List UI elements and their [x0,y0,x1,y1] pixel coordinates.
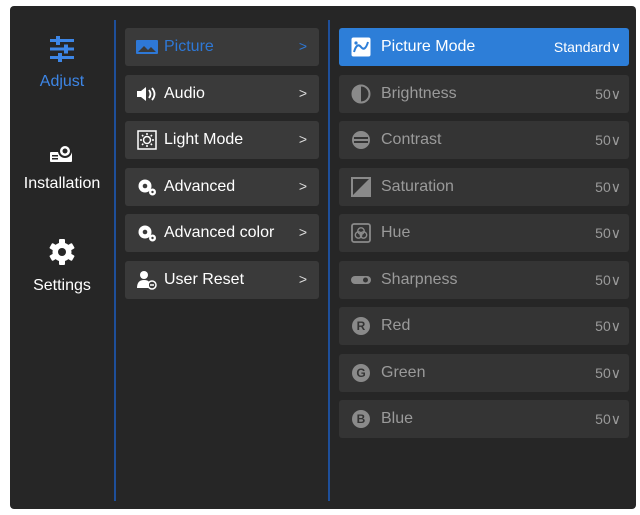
sliders-icon [10,36,114,67]
row-hue[interactable]: Hue 50∨ [339,214,629,252]
g-circle-icon: G [351,363,371,383]
sun-icon [136,130,158,150]
menu-item-label: Light Mode [164,131,244,148]
row-value[interactable]: 50∨ [595,411,621,428]
saturation-icon [351,176,371,197]
blue-value: 50 [595,411,611,427]
row-blue[interactable]: B Blue 50∨ [339,400,629,438]
chevron-right-icon: > [298,224,307,240]
row-label: Brightness [381,84,457,102]
chevron-down-icon: ∨ [610,364,621,381]
chevron-down-icon: ∨ [610,318,621,334]
saturation-value: 50 [595,178,611,195]
row-label: Hue [381,224,411,241]
contrast-value: 50 [595,132,611,148]
rail-divider [114,20,116,501]
picture-mode-value: Standard [553,39,611,55]
b-letter: B [352,410,370,428]
row-value[interactable]: 50∨ [595,272,621,289]
menu-item-advanced-color[interactable]: Advanced color > [125,214,319,252]
row-green[interactable]: G Green 50∨ [339,353,629,392]
brightness-value: 50 [595,85,611,102]
r-circle-icon: R [351,316,371,336]
menu-item-label: User Reset [164,270,245,288]
row-value[interactable]: 50∨ [595,365,621,382]
red-value: 50 [595,318,611,334]
chevron-right-icon: > [298,177,307,194]
menu-item-label: Picture [164,38,214,55]
gears-icon [136,178,158,196]
row-label: Saturation [381,177,454,195]
chevron-down-icon: ∨ [610,178,621,195]
rail-item-installation[interactable]: Installation [10,142,114,193]
user-reset-icon [136,270,158,290]
rail-item-label: Settings [33,277,91,294]
chevron-right-icon: > [298,84,307,101]
row-label: Picture Mode [381,38,476,55]
menu-item-light-mode[interactable]: Light Mode > [125,121,319,159]
chevron-down-icon: ∨ [610,225,621,241]
rail-item-label: Installation [23,175,101,192]
row-label: Contrast [381,131,442,148]
menu-item-label: Advanced color [164,224,275,241]
chevron-down-icon: ∨ [610,271,621,288]
row-label: Red [381,317,411,334]
half-circle-icon [351,84,371,104]
sharpness-icon [351,270,371,290]
osd-frame: Adjust Installation Settings Picture > A… [10,6,636,509]
settings-list: Picture Mode Standard∨ Brightness 50∨ Co… [339,28,629,447]
menu-item-label: Audio [164,84,205,102]
rail-item-label: Adjust [39,73,85,90]
picture-icon [136,38,158,56]
g-letter: G [352,363,370,382]
chevron-down-icon: ∨ [610,39,621,55]
row-value[interactable]: 50∨ [595,225,621,242]
gears-icon [136,224,158,242]
chevron-right-icon: > [298,270,307,287]
menu-divider [328,20,330,501]
speaker-icon [136,85,158,103]
menu-item-audio[interactable]: Audio > [125,74,319,113]
row-value[interactable]: 50∨ [595,179,621,196]
chevron-down-icon: ∨ [610,132,621,148]
sharpness-value: 50 [595,271,611,288]
row-picture-mode[interactable]: Picture Mode Standard∨ [339,28,629,66]
row-sharpness[interactable]: Sharpness 50∨ [339,260,629,299]
menu-item-user-reset[interactable]: User Reset > [125,260,319,299]
green-value: 50 [595,364,611,381]
contrast-icon [351,130,371,150]
hue-value: 50 [595,225,611,241]
picture-mode-icon [351,37,371,57]
menu-item-label: Advanced [164,177,236,195]
hue-icon [351,223,371,243]
chevron-down-icon: ∨ [610,411,621,427]
row-label: Blue [381,410,414,427]
row-contrast[interactable]: Contrast 50∨ [339,121,629,159]
menu-item-picture[interactable]: Picture > [125,28,319,66]
r-letter: R [352,317,370,335]
row-value[interactable]: 50∨ [595,132,621,149]
projector-icon [10,142,114,169]
submenu: Picture > Audio > Light Mode > Advanced … [125,28,319,307]
row-red[interactable]: R Red 50∨ [339,307,629,345]
rail-item-adjust[interactable]: Adjust [10,36,114,91]
rail-item-settings[interactable]: Settings [10,238,114,295]
row-value[interactable]: 50∨ [595,86,621,103]
row-brightness[interactable]: Brightness 50∨ [339,74,629,113]
chevron-down-icon: ∨ [610,85,621,102]
row-label: Sharpness [381,270,458,288]
chevron-right-icon: > [298,131,307,147]
row-saturation[interactable]: Saturation 50∨ [339,167,629,206]
b-circle-icon: B [351,409,371,429]
menu-item-advanced[interactable]: Advanced > [125,167,319,206]
chevron-right-icon: > [298,38,307,54]
row-label: Green [381,363,426,381]
row-value[interactable]: 50∨ [595,318,621,335]
row-value[interactable]: Standard∨ [554,39,621,56]
category-rail: Adjust Installation Settings [10,6,114,509]
gear-icon [10,238,114,271]
